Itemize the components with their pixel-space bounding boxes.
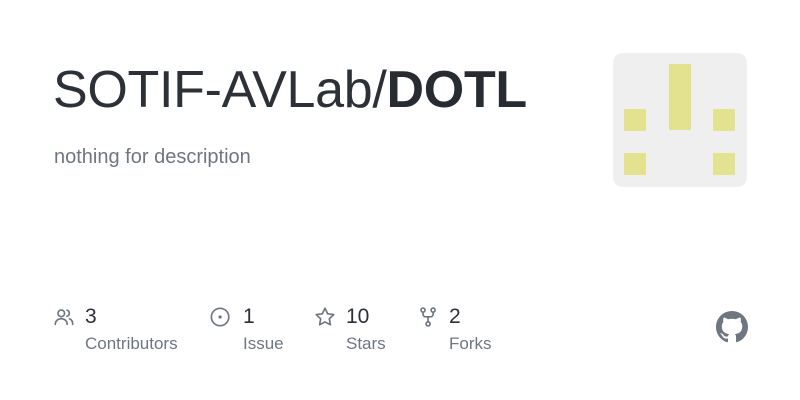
avatar-block xyxy=(713,153,735,175)
star-icon xyxy=(315,307,335,326)
issues-label: Issue xyxy=(243,334,284,353)
avatar-block xyxy=(624,109,646,131)
stars-label: Stars xyxy=(346,334,386,353)
issues-count: 1 xyxy=(243,305,255,328)
avatar-block xyxy=(624,153,646,175)
avatar-block xyxy=(669,64,691,130)
avatar-block xyxy=(713,109,735,131)
repo-description: nothing for description xyxy=(54,146,251,168)
people-icon xyxy=(54,309,74,326)
github-icon[interactable] xyxy=(716,311,748,343)
forks-label: Forks xyxy=(449,334,492,353)
repo-title[interactable]: SOTIF-AVLab/DOTL xyxy=(53,58,527,122)
repo-owner[interactable]: SOTIF-AVLab/ xyxy=(53,61,387,119)
issue-icon xyxy=(210,307,230,327)
contributors-label: Contributors xyxy=(85,334,178,353)
contributors-count: 3 xyxy=(85,305,97,328)
forks-count: 2 xyxy=(449,305,461,328)
repo-name[interactable]: DOTL xyxy=(387,61,528,119)
repo-owner-avatar xyxy=(613,53,747,187)
fork-icon xyxy=(420,307,436,327)
stars-count: 10 xyxy=(346,305,370,328)
